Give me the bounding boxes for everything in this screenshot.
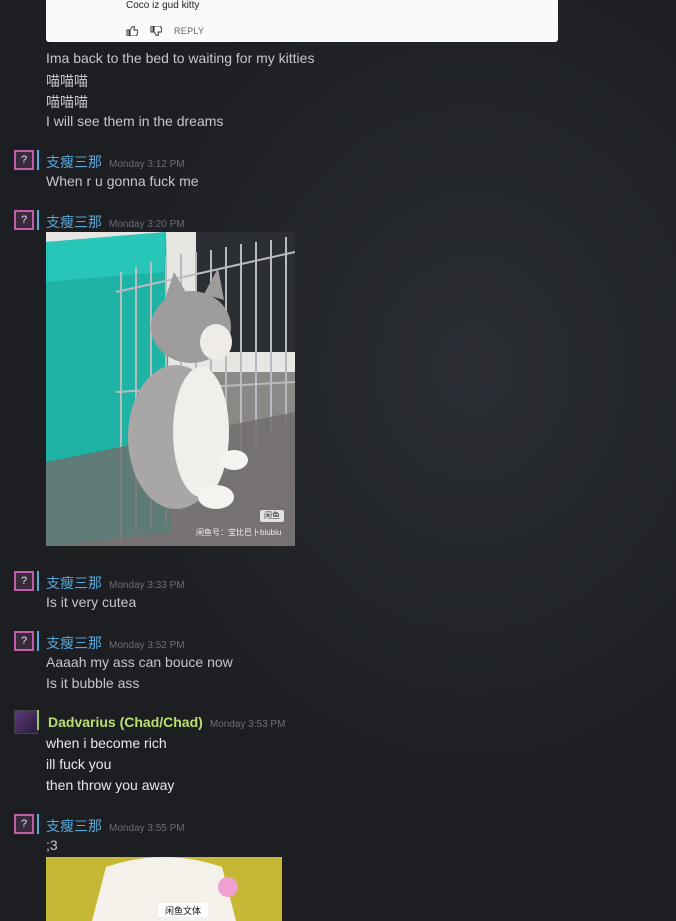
message-line: Aaaah my ass can bouce now [46,654,233,670]
user-avatar[interactable]: ? [14,210,34,230]
user-avatar[interactable]: ? [14,571,34,591]
message-line: Is it bubble ass [46,675,140,691]
message-line: ill fuck you [46,756,112,772]
image-caption: 闲鱼号：宝比巴卜biubiu [196,528,282,537]
image-watermark: 闲鱼 [264,511,280,520]
reply-button[interactable]: REPLY [174,26,204,36]
message-line: I will see them in the dreams [46,113,224,129]
status-bar [37,710,39,730]
message-header: 支瘦三那 Monday 3:12 PM [46,152,185,172]
message-header: 支瘦三那 Monday 3:52 PM [46,633,185,653]
kitten-photo[interactable]: 闲鱼 闲鱼号：宝比巴卜biubiu [46,232,295,546]
timestamp: Monday 3:55 PM [109,823,185,834]
user-avatar[interactable]: ? [14,814,34,834]
timestamp: Monday 3:52 PM [109,640,185,651]
message-line: ;3 [46,837,58,853]
author-name[interactable]: 支瘦三那 [46,573,102,593]
message-line: 喵喵喵 [46,73,88,89]
second-photo[interactable]: 闲鱼文体 [46,857,282,921]
user-avatar[interactable]: ? [14,631,34,651]
author-name[interactable]: 支瘦三那 [46,633,102,653]
message-line: When r u gonna fuck me [46,173,199,189]
message-header: Dadvarius (Chad/Chad) Monday 3:53 PM [48,714,285,730]
author-name[interactable]: 支瘦三那 [46,212,102,232]
thumbs-up-icon[interactable] [126,26,138,36]
status-bar [37,571,39,591]
status-bar [37,631,39,651]
friend-avatar[interactable] [14,710,38,734]
image-logo: 闲鱼文体 [164,906,201,916]
message-line: then throw you away [46,777,175,793]
status-bar [37,150,39,170]
status-bar [37,210,39,230]
author-name[interactable]: 支瘦三那 [46,152,102,172]
message-line: Ima back to the bed to waiting for my ki… [46,50,315,66]
message-line: Is it very cutea [46,594,137,610]
user-avatar[interactable]: ? [14,150,34,170]
message-header: 支瘦三那 Monday 3:33 PM [46,573,185,593]
timestamp: Monday 3:33 PM [109,580,185,591]
author-name[interactable]: Dadvarius (Chad/Chad) [48,714,203,730]
youtube-comment-embed: Coco iz gud kitty REPLY [46,0,558,42]
message-header: 支瘦三那 Monday 3:20 PM [46,212,185,232]
message-line: 喵喵喵 [46,94,88,110]
message-header: 支瘦三那 Monday 3:55 PM [46,816,185,836]
status-bar [37,814,39,834]
message-line: when i become rich [46,735,167,751]
timestamp: Monday 3:53 PM [209,719,286,730]
timestamp: Monday 3:20 PM [109,219,185,230]
youtube-comment-text: Coco iz gud kitty [126,0,200,11]
youtube-comment-actions: REPLY [126,24,204,38]
author-name[interactable]: 支瘦三那 [46,816,102,836]
thumbs-down-icon[interactable] [150,26,162,36]
timestamp: Monday 3:12 PM [109,159,185,170]
